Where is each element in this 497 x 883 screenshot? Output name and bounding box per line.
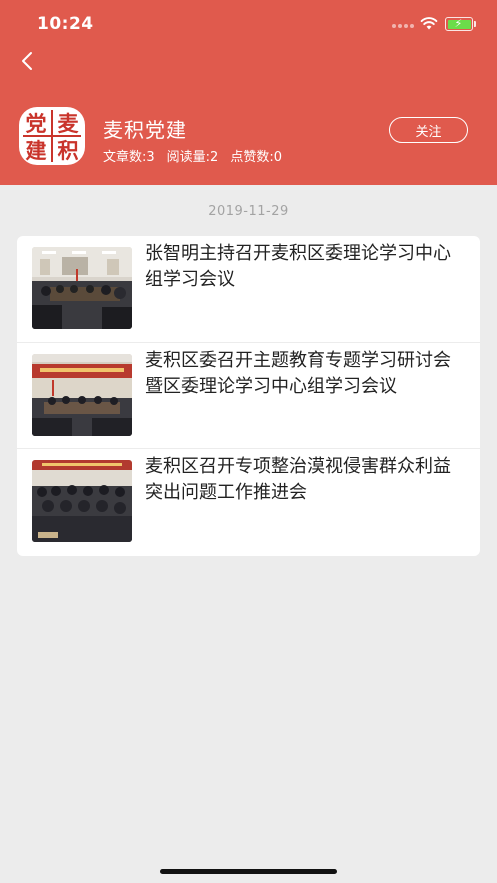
like-count: 点赞数:0 <box>230 150 282 165</box>
chevron-left-icon <box>22 52 32 70</box>
follow-button[interactable]: 关注 <box>389 117 468 143</box>
channel-header: 10:24 ⚡ 党 麦 建 积 麦积党建 文章数:3 阅读量:2 点赞数:0 关… <box>0 0 497 185</box>
article-list: 张智明主持召开麦积区委理论学习中心组学习会议 麦积区委召开主题教育专题学习研讨会… <box>17 236 480 556</box>
logo-char-1: 党 <box>26 111 47 136</box>
article-title: 张智明主持召开麦积区委理论学习中心组学习会议 <box>145 243 451 290</box>
channel-logo: 党 麦 建 积 <box>19 107 85 165</box>
battery-cap <box>474 21 476 27</box>
article-count: 文章数:3 <box>103 150 155 165</box>
channel-name: 麦积党建 <box>103 118 187 142</box>
list-item[interactable]: 麦积区召开专项整治漠视侵害群众利益突出问题工作推进会 <box>17 448 480 554</box>
battery-charging-icon: ⚡ <box>445 17 473 31</box>
status-bar: 10:24 ⚡ <box>0 0 497 46</box>
article-thumbnail <box>32 247 132 329</box>
article-title: 麦积区委召开主题教育专题学习研讨会暨区委理论学习中心组学习会议 <box>145 350 451 397</box>
feed-date: 2019-11-29 <box>208 204 289 219</box>
read-count: 阅读量:2 <box>166 150 219 165</box>
logo-char-2: 麦 <box>58 111 80 136</box>
article-title: 麦积区召开专项整治漠视侵害群众利益突出问题工作推进会 <box>145 456 451 503</box>
channel-stats: 文章数:3 阅读量:2 点赞数:0 <box>103 146 282 165</box>
article-thumbnail <box>32 354 132 436</box>
home-indicator[interactable] <box>160 869 337 874</box>
list-item[interactable]: 麦积区委召开主题教育专题学习研讨会暨区委理论学习中心组学习会议 <box>17 342 480 448</box>
logo-char-4: 积 <box>58 138 79 163</box>
logo-char-3: 建 <box>26 138 47 163</box>
wifi-icon <box>420 17 438 30</box>
list-item[interactable]: 张智明主持召开麦积区委理论学习中心组学习会议 <box>17 236 480 342</box>
article-thumbnail <box>32 460 132 542</box>
back-button[interactable] <box>14 46 42 76</box>
cellular-signal-icon <box>392 24 414 28</box>
status-time: 10:24 <box>37 14 94 34</box>
